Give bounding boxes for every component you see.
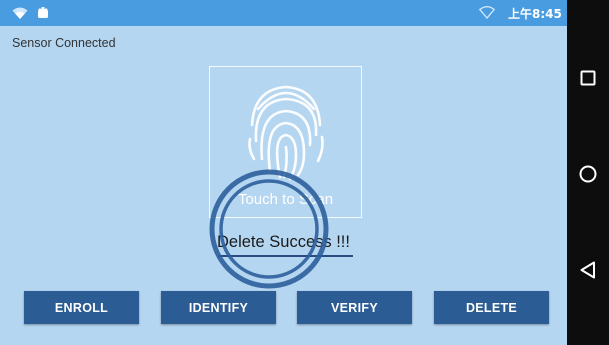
enroll-button[interactable]: ENROLL [24, 291, 139, 324]
sensor-status-text: Sensor Connected [12, 36, 116, 50]
back-icon[interactable] [576, 258, 600, 282]
touch-to-scan-label: Touch to Scan [237, 191, 334, 208]
android-icon [38, 7, 48, 18]
recents-icon[interactable] [576, 66, 600, 90]
app-screen: 上午8:45 Sensor Connected Touch to Scan De… [0, 0, 567, 345]
fingerprint-icon [248, 85, 324, 181]
home-icon[interactable] [576, 162, 600, 186]
fingerprint-scan-area[interactable]: Touch to Scan [209, 66, 362, 218]
status-bar: 上午8:45 [0, 0, 567, 26]
signal-icon [479, 6, 495, 19]
status-time: 上午8:45 [508, 7, 562, 21]
verify-button[interactable]: VERIFY [297, 291, 412, 324]
result-underline [218, 255, 353, 257]
navigation-bar [567, 0, 609, 345]
delete-button[interactable]: DELETE [434, 291, 549, 324]
wifi-icon [12, 7, 28, 19]
identify-button[interactable]: IDENTIFY [161, 291, 276, 324]
result-message: Delete Success !!! [217, 233, 350, 251]
device-frame: 上午8:45 Sensor Connected Touch to Scan De… [0, 0, 609, 345]
